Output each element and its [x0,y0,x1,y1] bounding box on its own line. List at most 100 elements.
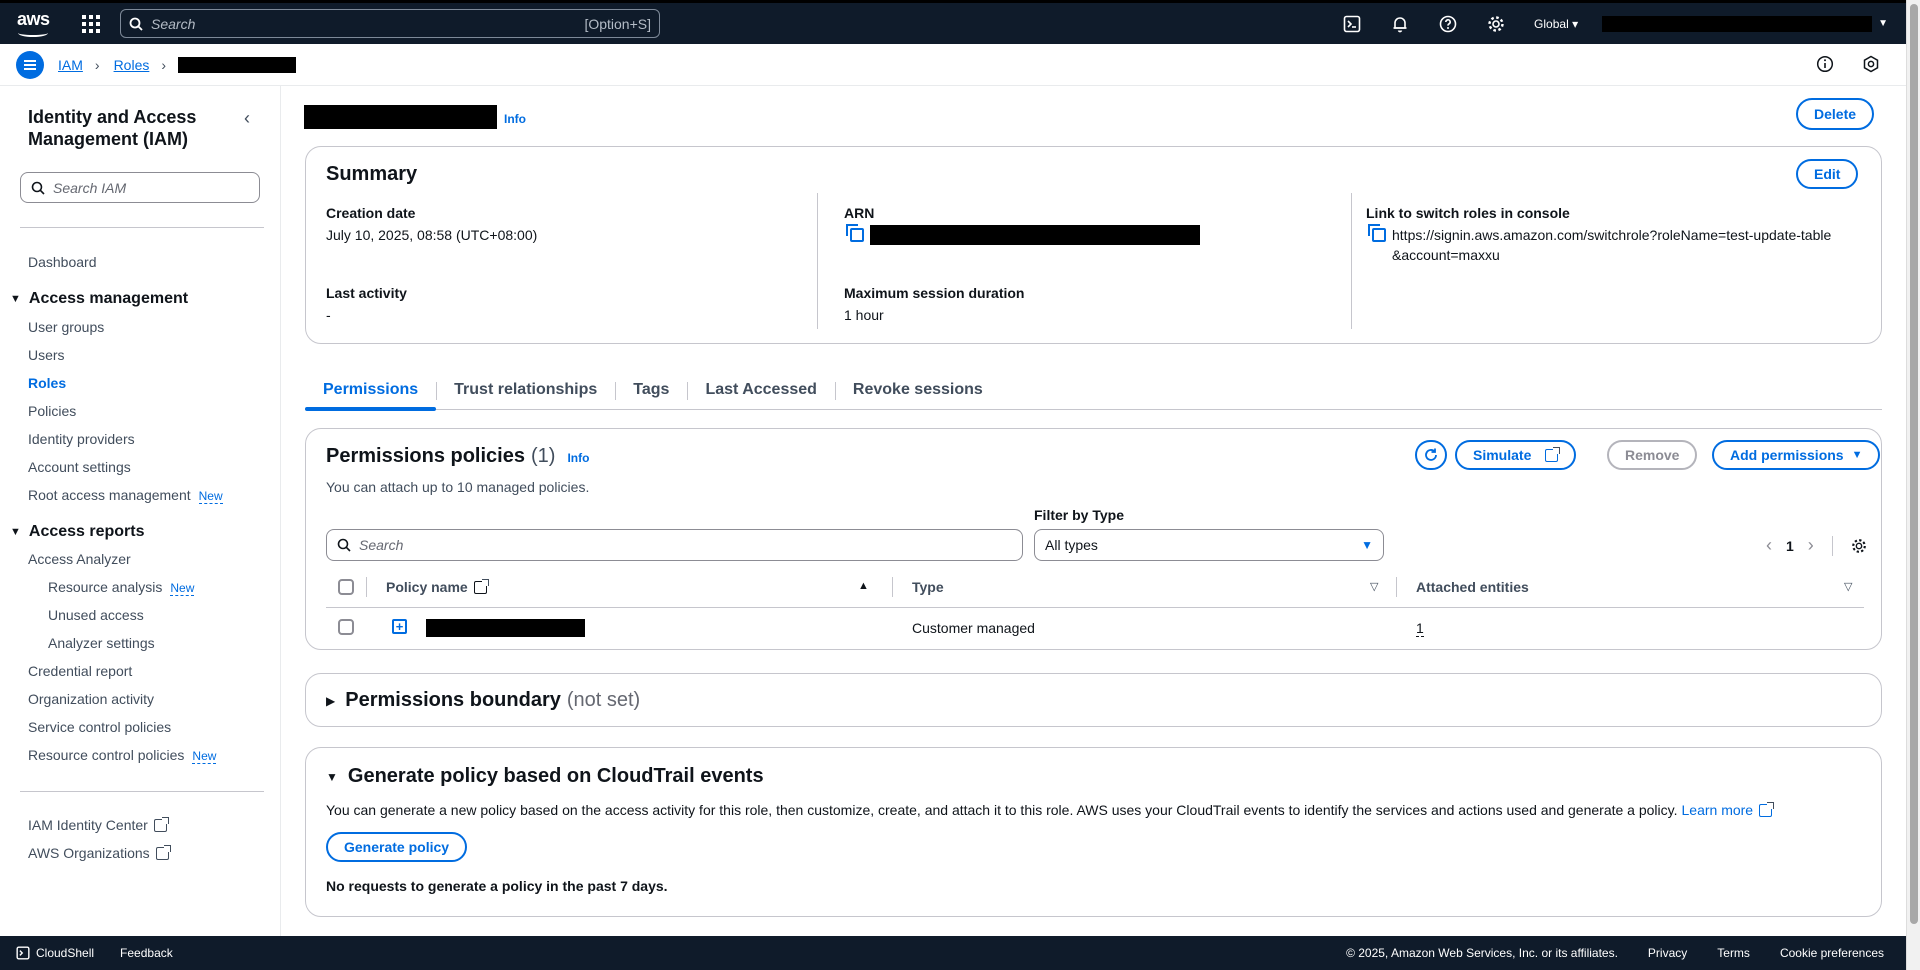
feedback-link[interactable]: Feedback [120,946,173,960]
sidebar-item-dashboard[interactable]: Dashboard [28,254,97,270]
permissions-boundary-card[interactable]: ▶ Permissions boundary (not set) [305,673,1882,727]
learn-more-link[interactable]: Learn more [1682,802,1754,818]
column-header-type[interactable]: Type [912,579,944,595]
breadcrumb-iam[interactable]: IAM [58,57,83,73]
sidebar-item-roles[interactable]: Roles [28,375,66,391]
tab-permissions[interactable]: Permissions [305,370,437,411]
cloudshell-icon[interactable] [1342,14,1362,34]
region-selector[interactable]: Global ▾ [1534,17,1578,31]
add-permissions-label: Add permissions [1730,447,1844,463]
sidenav-title: Identity and Access Management (IAM) [28,107,197,149]
caret-right-icon[interactable]: ▶ [326,694,335,708]
breadcrumb-roles[interactable]: Roles [114,57,150,73]
sort-icon[interactable]: ▽ [1370,580,1378,593]
page-scrollbar[interactable] [1906,0,1920,970]
edit-button[interactable]: Edit [1796,159,1859,189]
sidebar-item-resource-analysis[interactable]: Resource analysis New [48,579,195,596]
sidebar-item-aws-organizations[interactable]: AWS Organizations [28,845,171,861]
sidebar-item-account-settings[interactable]: Account settings [28,459,131,475]
sidebar-item-unused-access[interactable]: Unused access [48,607,144,623]
attached-entities-count[interactable]: 1 [1416,620,1424,637]
permissions-info-link[interactable]: Info [567,451,589,465]
max-session-value: 1 hour [844,307,884,323]
policy-search-input[interactable]: Search [326,529,1023,561]
chevron-left-icon[interactable]: ‹ [1766,535,1772,556]
column-header-policy-name[interactable]: Policy name [386,578,489,595]
sort-icon[interactable]: ▽ [1844,580,1852,593]
terms-link[interactable]: Terms [1717,946,1750,960]
select-all-checkbox[interactable] [338,579,354,595]
copy-icon[interactable] [846,224,864,242]
new-badge[interactable]: New [198,489,223,504]
add-permissions-button[interactable]: Add permissions ▼ [1712,440,1881,470]
sort-ascending-icon[interactable]: ▲ [858,580,869,592]
sidebar-item-label: IAM Identity Center [28,817,148,833]
copy-icon[interactable] [1368,224,1386,242]
divider [20,791,264,792]
simulate-label: Simulate [1473,447,1532,463]
delete-button[interactable]: Delete [1796,98,1875,130]
section-access-management[interactable]: ▼ Access management [10,290,188,308]
sidebar-item-credential-report[interactable]: Credential report [28,663,132,679]
info-icon[interactable] [1816,55,1834,73]
global-search-input[interactable]: Search [Option+S] [120,9,660,38]
chevron-right-icon[interactable]: › [1808,535,1814,556]
new-badge[interactable]: New [192,749,217,764]
chevron-right-icon: › [161,56,167,73]
side-navigation: Identity and Access Management (IAM) ‹ S… [0,86,281,936]
tab-tags[interactable]: Tags [615,370,687,410]
scrollbar-thumb[interactable] [1910,4,1918,924]
notifications-bell-icon[interactable] [1390,14,1410,34]
tab-trust-relationships[interactable]: Trust relationships [436,370,615,410]
max-session-label: Maximum session duration [844,285,1025,301]
switch-role-label: Link to switch roles in console [1366,205,1570,221]
simulate-button[interactable]: Simulate [1455,440,1577,470]
generate-policy-header[interactable]: ▼ Generate policy based on CloudTrail ev… [326,765,764,788]
footer-bar: CloudShell Feedback © 2025, Amazon Web S… [0,936,1906,970]
account-menu-redacted[interactable] [1602,15,1873,32]
switch-role-link-field: Link to switch roles in console https://… [1366,205,1836,265]
page-number[interactable]: 1 [1786,538,1794,554]
tab-revoke-sessions[interactable]: Revoke sessions [834,370,1001,410]
sidebar-item-users[interactable]: Users [28,347,65,363]
page-info-link[interactable]: Info [504,112,526,126]
hamburger-icon [24,63,36,66]
sidebar-item-root-access[interactable]: Root access management New [28,487,223,504]
delete-label: Delete [1814,106,1857,122]
help-icon[interactable] [1438,14,1458,34]
sidebar-item-organization-activity[interactable]: Organization activity [28,691,154,707]
privacy-link[interactable]: Privacy [1648,946,1687,960]
column-header-attached-entities[interactable]: Attached entities [1416,579,1529,595]
new-badge[interactable]: New [170,581,195,596]
remove-button[interactable]: Remove [1607,440,1698,470]
account-caret-icon[interactable]: ▼ [1878,18,1888,29]
divider [817,193,818,329]
tab-last-accessed[interactable]: Last Accessed [687,370,834,410]
type-filter-select[interactable]: All types ▼ [1034,529,1384,561]
policy-name-redacted[interactable] [426,619,585,637]
settings-gear-icon[interactable] [1486,14,1506,34]
row-checkbox[interactable] [338,619,354,635]
generate-policy-button[interactable]: Generate policy [326,832,468,862]
sidebar-item-iam-identity-center[interactable]: IAM Identity Center [28,817,169,833]
cloudshell-button[interactable]: CloudShell [16,946,94,960]
cookie-preferences-link[interactable]: Cookie preferences [1780,946,1884,960]
section-access-reports[interactable]: ▼ Access reports [10,523,145,541]
expand-plus-icon[interactable]: + [392,619,407,634]
sidebar-item-identity-providers[interactable]: Identity providers [28,431,135,447]
preferences-gear-icon[interactable] [1851,538,1867,554]
sidebar-item-user-groups[interactable]: User groups [28,319,104,335]
sidebar-item-access-analyzer[interactable]: Access Analyzer [28,551,131,567]
aws-logo[interactable]: aws [16,9,56,39]
sidebar-item-analyzer-settings[interactable]: Analyzer settings [48,635,155,651]
menu-toggle-button[interactable] [16,50,44,79]
sidebar-item-policies[interactable]: Policies [28,403,76,419]
sidenav-search-input[interactable]: Search IAM [20,172,260,203]
sidebar-item-service-control-policies[interactable]: Service control policies [28,719,171,735]
collapse-chevron-icon[interactable]: ‹ [244,108,250,129]
permissions-count: (1) [530,445,556,467]
sidebar-item-resource-control-policies[interactable]: Resource control policies New [28,747,217,764]
services-grid-icon[interactable] [82,14,100,33]
feedback-hex-icon[interactable] [1862,55,1880,73]
refresh-button[interactable] [1415,440,1447,470]
